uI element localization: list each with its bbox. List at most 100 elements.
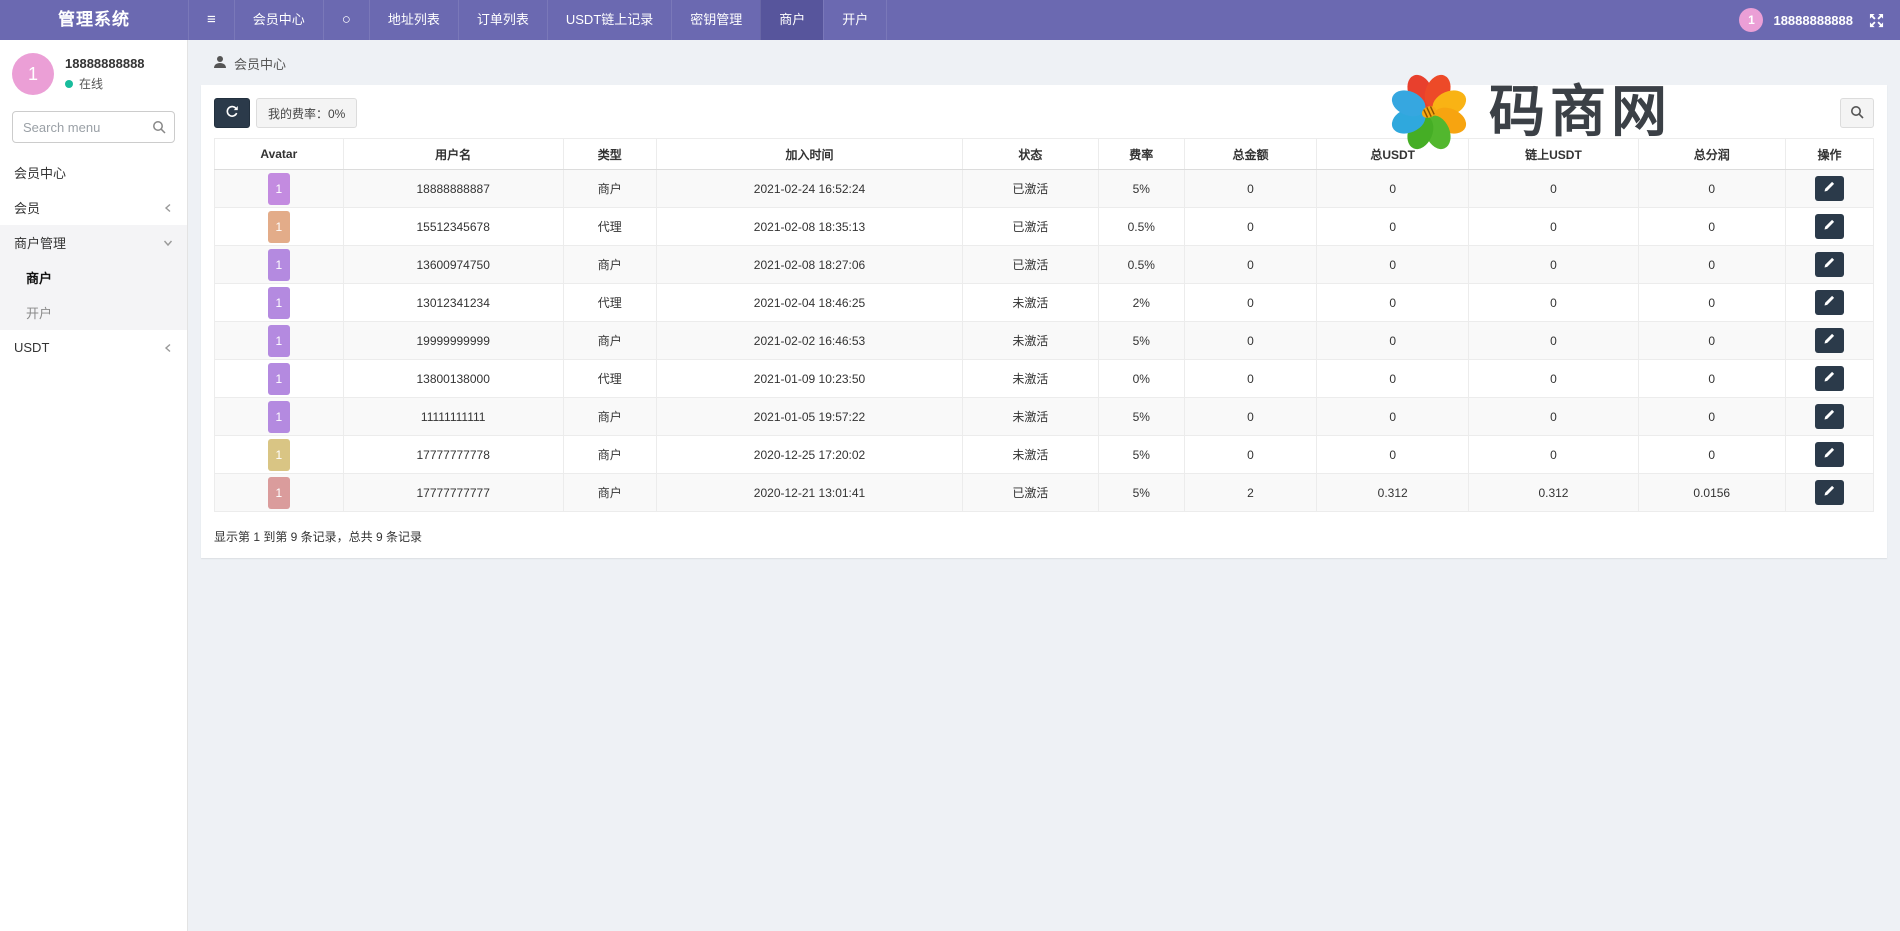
- action-cell: [1785, 322, 1873, 360]
- edit-button[interactable]: [1815, 290, 1844, 315]
- row-avatar: 1: [268, 439, 290, 471]
- nav-item-开户[interactable]: 开户: [823, 0, 887, 40]
- sidebar-item-USDT[interactable]: USDT: [0, 330, 187, 365]
- joined-cell: 2021-02-02 16:46:53: [656, 322, 962, 360]
- joined-cell: 2021-02-08 18:35:13: [656, 208, 962, 246]
- joined-cell: 2021-02-04 18:46:25: [656, 284, 962, 322]
- total_profit-cell: 0: [1638, 436, 1785, 474]
- search-icon: [1850, 105, 1864, 122]
- sidebar-subitem-商户[interactable]: 商户: [0, 260, 187, 295]
- status-cell: 已激活: [963, 208, 1098, 246]
- chevron-left-icon: [163, 203, 173, 213]
- sidebar-avatar: 1: [12, 53, 54, 95]
- row-avatar: 1: [268, 401, 290, 433]
- online-dot-icon: [65, 80, 73, 88]
- type-cell: 代理: [563, 360, 656, 398]
- total_profit-cell: 0: [1638, 398, 1785, 436]
- col-header-chain_usdt: 链上USDT: [1469, 139, 1638, 170]
- col-header-status: 状态: [963, 139, 1098, 170]
- sidebar-search: [12, 111, 175, 143]
- my-rate-button[interactable]: 我的费率：0%: [256, 98, 357, 128]
- action-cell: [1785, 360, 1873, 398]
- refresh-icon: [225, 105, 239, 122]
- table-search-button[interactable]: [1840, 98, 1874, 128]
- total_profit-cell: 0: [1638, 360, 1785, 398]
- topbar: 管理系统 ≡会员中心○地址列表订单列表USDT链上记录密钥管理商户开户 1 18…: [0, 0, 1900, 40]
- pencil-icon: [1823, 219, 1835, 234]
- total_usdt-cell: 0: [1316, 284, 1468, 322]
- nav-item-密钥管理[interactable]: 密钥管理: [671, 0, 760, 40]
- col-header-joined: 加入时间: [656, 139, 962, 170]
- type-cell: 代理: [563, 208, 656, 246]
- total_usdt-cell: 0: [1316, 170, 1468, 208]
- nav-item-USDT链上记录[interactable]: USDT链上记录: [547, 0, 671, 40]
- type-cell: 商户: [563, 398, 656, 436]
- action-cell: [1785, 284, 1873, 322]
- col-header-action: 操作: [1785, 139, 1873, 170]
- col-header-total_profit: 总分润: [1638, 139, 1785, 170]
- chain_usdt-cell: 0: [1469, 398, 1638, 436]
- user-avatar[interactable]: 1: [1739, 8, 1763, 32]
- joined-cell: 2021-02-08 18:27:06: [656, 246, 962, 284]
- search-input[interactable]: [12, 111, 175, 143]
- pencil-icon: [1823, 409, 1835, 424]
- nav-item-商户[interactable]: 商户: [760, 0, 823, 40]
- total_amount-cell: 0: [1184, 322, 1316, 360]
- nav-item-会员中心[interactable]: 会员中心: [234, 0, 323, 40]
- total_profit-cell: 0: [1638, 246, 1785, 284]
- nav-item-订单列表[interactable]: 订单列表: [458, 0, 547, 40]
- edit-button[interactable]: [1815, 176, 1844, 201]
- sidebar: 1 18888888888 在线 会员中心会员商户管理商户开户USDT: [0, 40, 188, 931]
- status-cell: 未激活: [963, 398, 1098, 436]
- sidebar-item-label: 会员中心: [14, 163, 173, 182]
- sidebar-item-label: 商户管理: [14, 233, 163, 252]
- chain_usdt-cell: 0: [1469, 170, 1638, 208]
- chain_usdt-cell: 0: [1469, 246, 1638, 284]
- sidebar-subitem-开户[interactable]: 开户: [0, 295, 187, 330]
- total_profit-cell: 0.0156: [1638, 474, 1785, 512]
- total_amount-cell: 0: [1184, 436, 1316, 474]
- edit-button[interactable]: [1815, 252, 1844, 277]
- status-cell: 未激活: [963, 284, 1098, 322]
- user-name[interactable]: 18888888888: [1773, 13, 1853, 28]
- edit-button[interactable]: [1815, 404, 1844, 429]
- sidebar-item-会员中心[interactable]: 会员中心: [0, 155, 187, 190]
- total_profit-cell: 0: [1638, 284, 1785, 322]
- fullscreen-icon[interactable]: [1869, 13, 1884, 28]
- sidebar-group: 商户管理商户开户: [0, 225, 187, 330]
- nav-circle-icon[interactable]: ○: [323, 0, 369, 40]
- edit-button[interactable]: [1815, 442, 1844, 467]
- sidebar-user-panel: 1 18888888888 在线: [0, 40, 187, 105]
- pencil-icon: [1823, 485, 1835, 500]
- username-cell: 18888888887: [343, 170, 563, 208]
- username-cell: 11111111111: [343, 398, 563, 436]
- username-cell: 19999999999: [343, 322, 563, 360]
- edit-button[interactable]: [1815, 328, 1844, 353]
- sidebar-user-name: 18888888888: [65, 56, 145, 71]
- sidebar-group: 会员中心: [0, 155, 187, 190]
- circle-icon: ○: [342, 11, 351, 28]
- sidebar-item-商户管理[interactable]: 商户管理: [0, 225, 187, 260]
- avatar-cell: 1: [215, 170, 344, 208]
- avatar-cell: 1: [215, 474, 344, 512]
- avatar-cell: 1: [215, 284, 344, 322]
- sidebar-item-会员[interactable]: 会员: [0, 190, 187, 225]
- total_amount-cell: 0: [1184, 246, 1316, 284]
- merchant-table: Avatar用户名类型加入时间状态费率总金额总USDT链上USDT总分润操作 1…: [214, 138, 1874, 512]
- toolbar: 我的费率：0%: [214, 98, 1874, 128]
- nav-item-地址列表[interactable]: 地址列表: [369, 0, 458, 40]
- joined-cell: 2021-01-05 19:57:22: [656, 398, 962, 436]
- table-header-row: Avatar用户名类型加入时间状态费率总金额总USDT链上USDT总分润操作: [215, 139, 1874, 170]
- pencil-icon: [1823, 333, 1835, 348]
- sidebar-group: 会员: [0, 190, 187, 225]
- row-avatar: 1: [268, 363, 290, 395]
- row-avatar: 1: [268, 173, 290, 205]
- avatar-cell: 1: [215, 208, 344, 246]
- edit-button[interactable]: [1815, 480, 1844, 505]
- username-cell: 13600974750: [343, 246, 563, 284]
- edit-button[interactable]: [1815, 366, 1844, 391]
- search-icon: [152, 120, 166, 134]
- edit-button[interactable]: [1815, 214, 1844, 239]
- refresh-button[interactable]: [214, 98, 250, 128]
- nav-hamburger-icon[interactable]: ≡: [188, 0, 234, 40]
